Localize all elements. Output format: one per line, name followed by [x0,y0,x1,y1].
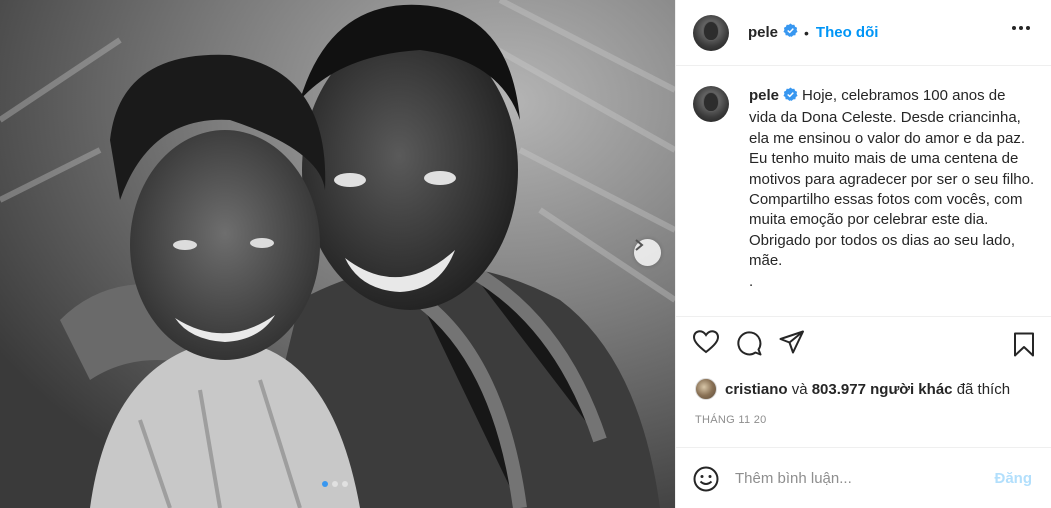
avatar[interactable] [693,14,729,51]
heart-icon[interactable] [693,330,719,354]
carousel-next-button[interactable] [634,239,661,266]
likes-others[interactable]: người khác [870,381,952,398]
caption-trailing: . [749,272,754,290]
caption-avatar[interactable] [693,86,729,122]
verified-badge-icon [783,22,798,43]
likes-suffix: đã thích [956,380,1011,398]
carousel-dot [342,481,348,487]
comment-icon[interactable] [736,330,762,356]
emoji-icon[interactable] [693,466,719,492]
caption-body: Hoje, celebramos 100 anos de vida da Don… [749,87,1035,270]
more-options-icon[interactable] [1012,26,1030,30]
post-caption: pele Hoje, celebramos 100 anos de vida da… [676,66,1051,316]
likes-connector: và [791,380,808,398]
carousel-indicator [322,481,348,487]
bookmark-icon[interactable] [1013,332,1035,357]
post-photo[interactable] [0,0,675,508]
carousel-dot-active [322,481,328,487]
photo-illustration [0,0,675,508]
likes-summary: cristiano và 803.977 người khác đã thích [695,378,1010,400]
follow-button[interactable]: Theo dõi [816,24,879,41]
liker-avatar[interactable] [695,378,717,400]
post-date[interactable]: THÁNG 11 20 [695,414,767,426]
share-icon[interactable] [779,330,805,354]
header-username[interactable]: pele [748,24,778,41]
caption-text-block: pele Hoje, celebramos 100 anos de vida da… [749,86,1035,316]
comment-input[interactable] [735,470,970,487]
chevron-right-icon [635,239,644,251]
post-header: pele • Theo dõi [676,0,1051,66]
verified-badge-icon [783,87,798,108]
post-actions-section: cristiano và 803.977 người khác đã thích… [676,316,1051,508]
comment-composer: Đăng [676,447,1051,508]
header-separator: • [804,24,809,41]
likes-count[interactable]: 803.977 [812,381,866,398]
post-comment-button[interactable]: Đăng [995,470,1033,487]
post-side-panel: pele • Theo dõi pele Hoje, celebramos 100… [675,0,1051,508]
liker-username[interactable]: cristiano [725,381,788,398]
caption-username[interactable]: pele [749,87,779,104]
carousel-dot [332,481,338,487]
action-bar [693,330,805,356]
